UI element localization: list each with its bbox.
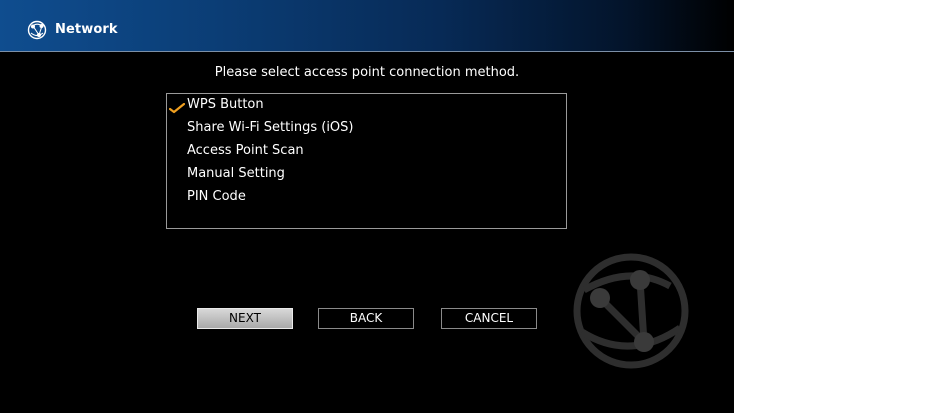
list-item-share-wifi-settings[interactable]: Share Wi-Fi Settings (iOS) — [187, 120, 354, 135]
cancel-button[interactable]: CANCEL — [441, 308, 537, 329]
network-globe-icon — [27, 20, 47, 40]
list-item-wps-button[interactable]: WPS Button — [187, 97, 264, 112]
list-item-pin-code[interactable]: PIN Code — [187, 189, 246, 204]
back-button[interactable]: BACK — [318, 308, 414, 329]
page-title: Network — [55, 22, 118, 37]
network-globe-icon — [570, 250, 692, 372]
network-setup-screen: Network Please select access point conne… — [0, 0, 734, 413]
instruction-text: Please select access point connection me… — [214, 65, 520, 80]
header-bar: Network — [0, 0, 734, 52]
connection-method-list: WPS Button Share Wi-Fi Settings (iOS) Ac… — [166, 93, 567, 229]
checkmark-icon — [168, 100, 186, 114]
list-item-manual-setting[interactable]: Manual Setting — [187, 166, 285, 181]
list-item-access-point-scan[interactable]: Access Point Scan — [187, 143, 304, 158]
next-button[interactable]: NEXT — [197, 308, 293, 329]
